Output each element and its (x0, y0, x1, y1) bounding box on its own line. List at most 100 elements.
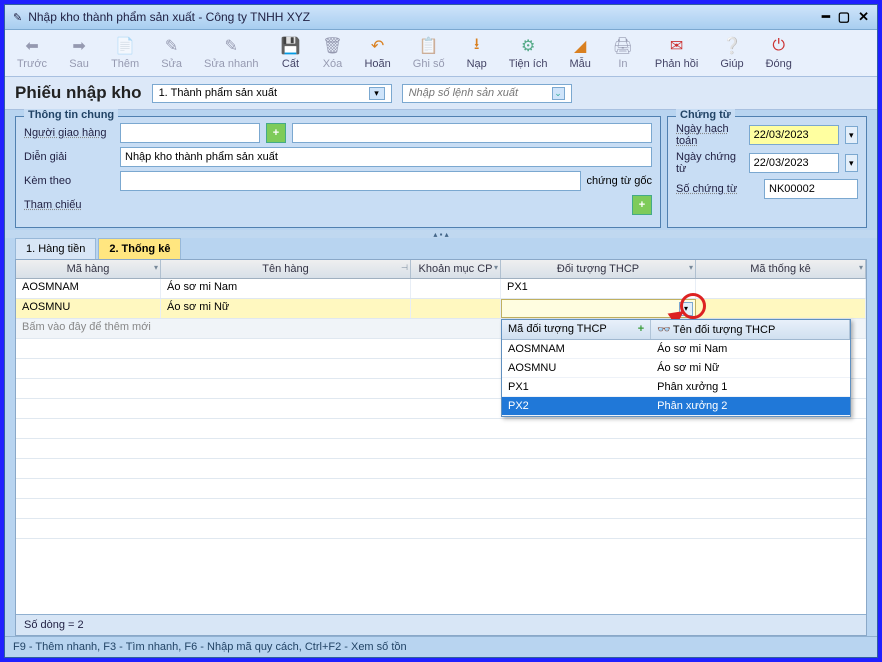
dien-giai-input[interactable] (120, 147, 652, 167)
close-form-button[interactable]: ⏻Đóng (762, 34, 796, 72)
quick-edit-button[interactable]: ✎Sửa nhanh (200, 34, 262, 72)
template-button[interactable]: ◢Mẫu (566, 34, 595, 72)
order-search-combo[interactable]: ⌄ (402, 84, 572, 103)
status-bar: F9 - Thêm nhanh, F3 - Tìm nhanh, F6 - Nh… (5, 636, 877, 657)
kem-theo-input[interactable] (120, 171, 581, 191)
edit-icon: ✎ (162, 36, 182, 56)
ngay-ht-label: Ngày hạch toán (676, 123, 743, 147)
popup-col-name: 👓Tên đối tượng THCP (651, 320, 850, 339)
chevron-down-icon[interactable]: ▾ (369, 87, 385, 100)
goc-label: chứng từ gốc (587, 175, 652, 187)
general-legend: Thông tin chung (24, 109, 118, 121)
search-drop-icon[interactable]: ⌄ (552, 87, 565, 100)
title-bar: ✎ Nhập kho thành phẩm sản xuất - Công ty… (5, 5, 877, 30)
close-button[interactable]: ✕ (858, 9, 869, 25)
app-icon: ✎ (13, 11, 22, 24)
filter-icon[interactable]: ▾ (494, 263, 498, 272)
ngay-ht-input[interactable] (749, 125, 839, 145)
tham-chieu-label: Tham chiếu (24, 199, 114, 211)
load-icon: ⭳ (467, 36, 487, 56)
add-ref-button[interactable]: + (632, 195, 652, 215)
order-search-input[interactable] (409, 87, 552, 99)
doi-tuong-dropdown[interactable]: Mã đối tượng THCP + 👓Tên đối tượng THCP … (501, 319, 851, 417)
tab-hang-tien[interactable]: 1. Hàng tiền (15, 238, 96, 259)
col-ma-hang: Mã hàng▾ (16, 260, 161, 278)
add-contact-button[interactable]: + (266, 123, 286, 143)
quick-edit-icon: ✎ (221, 36, 241, 56)
plus-icon[interactable]: + (638, 323, 644, 335)
col-ten-hang: Tên hàng⊣ (161, 260, 411, 278)
arrow-left-icon: ⬅ (22, 36, 42, 56)
voucher-type-value: 1. Thành phẩm sản xuất (159, 87, 369, 99)
doi-tuong-cell-active[interactable]: ▾ (501, 299, 696, 318)
delete-icon: 🗑 (322, 36, 342, 56)
popup-col-code: Mã đối tượng THCP + (502, 320, 651, 339)
nguoi-giao-label: Người giao hàng (24, 127, 114, 139)
popup-row-highlighted[interactable]: PX2Phân xưởng 2 (502, 397, 850, 416)
binoculars-icon: 👓 (657, 324, 671, 336)
save-icon: 💾 (280, 36, 300, 56)
edit-button[interactable]: ✎Sửa (157, 34, 186, 72)
close-icon: ⏻ (769, 36, 789, 56)
grid-row[interactable]: AOSMNAM Áo sơ mi Nam PX1 (16, 279, 866, 299)
so-ct-label: Số chứng từ (676, 183, 758, 195)
mail-icon: ✉ (667, 36, 687, 56)
triangle-icon: ◢ (570, 36, 590, 56)
post-icon: 📋 (419, 36, 439, 56)
filter-icon[interactable]: ▾ (689, 263, 693, 272)
grid-row-selected[interactable]: AOSMNU Áo sơ mi Nữ ▾ (16, 299, 866, 319)
grid-footer: Số dòng = 2 (16, 614, 866, 635)
add-button[interactable]: 📄Thêm (107, 34, 143, 72)
splitter[interactable]: ▴ ▪ ▴ (5, 230, 877, 238)
dropdown-trigger[interactable]: ▾ (679, 302, 693, 316)
load-button[interactable]: ⭳Nạp (463, 34, 491, 72)
col-khoan-muc: Khoản mục CP▾ (411, 260, 501, 278)
main-toolbar: ⬅Trước ➡Sau 📄Thêm ✎Sửa ✎Sửa nhanh 💾Cất 🗑… (5, 30, 877, 77)
prev-button[interactable]: ⬅Trước (13, 34, 51, 72)
popup-row[interactable]: AOSMNAMÁo sơ mi Nam (502, 340, 850, 359)
kem-theo-label: Kèm theo (24, 175, 114, 187)
dien-giai-label: Diễn giải (24, 151, 114, 163)
filter-icon[interactable]: ▾ (859, 263, 863, 272)
help-icon: ❔ (722, 36, 742, 56)
col-ma-thong-ke: Mã thống kê▾ (696, 260, 866, 278)
voucher-legend: Chứng từ (676, 109, 735, 121)
cancel-button[interactable]: ↶Hoãn (360, 34, 394, 72)
form-header: Phiếu nhập kho 1. Thành phẩm sản xuất ▾ … (5, 77, 877, 110)
ngay-ct-label: Ngày chứng từ (676, 151, 743, 175)
col-doi-tuong: Đối tượng THCP▾ (501, 260, 696, 278)
maximize-button[interactable]: ▢ (838, 9, 850, 25)
voucher-type-combo[interactable]: 1. Thành phẩm sản xuất ▾ (152, 84, 392, 103)
save-button[interactable]: 💾Cất (276, 34, 304, 72)
printer-icon: 🖨 (613, 36, 633, 56)
next-button[interactable]: ➡Sau (65, 34, 93, 72)
page-title: Phiếu nhập kho (15, 83, 142, 103)
popup-row[interactable]: PX1Phân xưởng 1 (502, 378, 850, 397)
filter-icon[interactable]: ▾ (154, 263, 158, 272)
grid-header: Mã hàng▾ Tên hàng⊣ Khoản mục CP▾ Đối tượ… (16, 260, 866, 279)
minimize-button[interactable]: ━ (822, 9, 830, 25)
voucher-fieldset: Chứng từ Ngày hạch toán ▾ Ngày chứng từ … (667, 116, 867, 228)
add-page-icon: 📄 (115, 36, 135, 56)
print-button[interactable]: 🖨In (609, 34, 637, 72)
post-button[interactable]: 📋Ghi số (409, 34, 449, 72)
help-button[interactable]: ❔Giúp (716, 34, 747, 72)
utility-button[interactable]: ⚙Tiện ích (505, 34, 552, 72)
tab-strip: 1. Hàng tiền 2. Thống kê (5, 238, 877, 259)
gear-icon: ⚙ (518, 36, 538, 56)
nguoi-giao-name-input[interactable] (292, 123, 652, 143)
ngay-ct-input[interactable] (749, 153, 839, 173)
pin-icon[interactable]: ⊣ (401, 263, 408, 272)
app-window: ✎ Nhập kho thành phẩm sản xuất - Công ty… (4, 4, 878, 658)
popup-row[interactable]: AOSMNUÁo sơ mi Nữ (502, 359, 850, 378)
data-grid[interactable]: Mã hàng▾ Tên hàng⊣ Khoản mục CP▾ Đối tượ… (15, 259, 867, 636)
calendar-icon[interactable]: ▾ (845, 126, 858, 144)
delete-button[interactable]: 🗑Xóa (318, 34, 346, 72)
so-ct-input[interactable] (764, 179, 858, 199)
nguoi-giao-input[interactable] (120, 123, 260, 143)
feedback-button[interactable]: ✉Phản hồi (651, 34, 702, 72)
tab-thong-ke[interactable]: 2. Thống kê (98, 238, 181, 259)
calendar-icon[interactable]: ▾ (845, 154, 858, 172)
undo-icon: ↶ (368, 36, 388, 56)
general-fieldset: Thông tin chung Người giao hàng + Diễn g… (15, 116, 661, 228)
